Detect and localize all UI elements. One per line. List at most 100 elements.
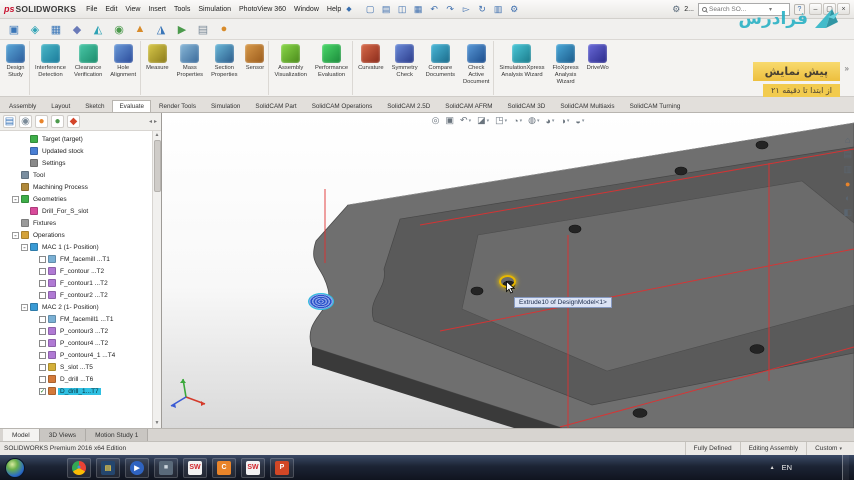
tree-item[interactable]: F_contour1 ...T2 xyxy=(0,277,152,289)
commandmanager-tab[interactable]: Layout xyxy=(44,100,77,112)
document-tab[interactable]: 3D Views xyxy=(39,429,87,441)
solidcam-icon[interactable]: ● xyxy=(35,115,48,128)
tree-item[interactable]: Settings xyxy=(0,157,152,169)
undo-icon[interactable]: ↶ xyxy=(428,3,441,16)
section-properties-button[interactable]: Section Properties xyxy=(207,41,241,95)
rebuild-icon[interactable]: ↻ xyxy=(476,3,489,16)
performance-evaluation-button[interactable]: Performance Evaluation xyxy=(311,41,354,95)
taskbar-powerpoint[interactable]: P xyxy=(270,457,294,478)
menu-item[interactable]: PhotoView 360 xyxy=(239,6,286,13)
dropdown-arrow-icon[interactable]: ▾ xyxy=(469,118,472,124)
options-icon[interactable]: ⚙ xyxy=(508,3,521,16)
panel-nav-left-icon[interactable]: ◂ xyxy=(149,118,152,125)
options-gear-icon[interactable]: ⚙ xyxy=(672,4,680,15)
display-manager-icon[interactable]: ◆ xyxy=(67,115,80,128)
taskbar-media-player[interactable]: ▶ xyxy=(125,457,149,478)
scenes-icon[interactable]: ◐ xyxy=(845,193,850,203)
driveworksxpress-wizard-button[interactable]: DriveWo xyxy=(583,41,613,95)
hole-alignment-button[interactable]: Hole Alignment xyxy=(106,41,142,95)
menu-item[interactable]: Help xyxy=(327,6,341,13)
show-hidden-components-icon[interactable]: ◉ xyxy=(111,21,127,37)
tree-scrollbar[interactable]: ▲ ▼ xyxy=(152,131,161,428)
graphics-area[interactable]: ◎ ▣ ↶ ▾ ◪ ▾ ◳ ▾ ◔ ▾ ◍ ▾ ◕ ▾ ◑ ▾ ◒ ▾ ⌂ ▤ … xyxy=(162,113,854,428)
previous-view-icon[interactable]: ↶ ▾ xyxy=(460,115,471,126)
tree-item[interactable]: D_drill_1...T7 xyxy=(0,385,152,397)
view-settings-icon[interactable]: ◒ ▾ xyxy=(575,116,584,126)
tree-item[interactable]: P_contour4_1 ...T4 xyxy=(0,349,152,361)
commandmanager-tab[interactable]: SolidCAM AFRM xyxy=(438,100,499,112)
menu-item[interactable]: Simulation xyxy=(198,6,231,13)
commandmanager-tab[interactable]: Assembly xyxy=(2,100,43,112)
tree-item[interactable]: FM_facemill ...T1 xyxy=(0,253,152,265)
dropdown-arrow-icon[interactable]: ▾ xyxy=(582,118,585,124)
interference-detection-button[interactable]: Interference Detection xyxy=(31,41,70,95)
tree-item[interactable]: P_contour3 ...T2 xyxy=(0,325,152,337)
scroll-up-icon[interactable]: ▲ xyxy=(155,131,160,140)
menu-item[interactable]: View xyxy=(125,6,140,13)
tree-checkbox[interactable] xyxy=(39,279,46,287)
zoom-area-icon[interactable]: ▣ xyxy=(446,115,455,126)
tree-checkbox[interactable] xyxy=(39,387,46,395)
tree-checkbox[interactable] xyxy=(39,327,46,335)
show-desktop-button[interactable] xyxy=(842,455,849,480)
clock-area[interactable] xyxy=(800,458,834,478)
tree-item[interactable]: S_slot ...T5 xyxy=(0,361,152,373)
check-active-document-button[interactable]: Check Active Document xyxy=(459,41,495,95)
tree-checkbox[interactable] xyxy=(39,315,46,323)
apply-scene-icon[interactable]: ◑ ▾ xyxy=(560,116,569,126)
sensor-button[interactable]: Sensor xyxy=(241,41,270,95)
document-tab[interactable]: Model xyxy=(3,429,40,441)
commandmanager-tab[interactable]: Sketch xyxy=(78,100,111,112)
tree-item[interactable]: D_drill ...T6 xyxy=(0,373,152,385)
custom-properties-icon[interactable]: ◧ xyxy=(843,207,852,218)
language-indicator[interactable]: EN xyxy=(782,463,792,472)
pin-icon[interactable]: ◆ xyxy=(346,5,351,13)
floxpress-analysis-wizard-button[interactable]: FloXpress Analysis Wizard xyxy=(549,41,583,95)
assembly-visualization-button[interactable]: Assembly Visualization xyxy=(270,41,310,95)
tree-checkbox[interactable] xyxy=(39,375,46,383)
zoom-fit-icon[interactable]: ◎ xyxy=(432,115,440,126)
tree-checkbox[interactable] xyxy=(39,267,46,275)
statusbar-item[interactable]: Custom ▾ xyxy=(806,442,850,455)
tray-expand-icon[interactable]: ▴ xyxy=(771,464,774,471)
statusbar-item[interactable]: Editing Assembly xyxy=(739,442,807,455)
tree-item[interactable]: Target (target) xyxy=(0,133,152,145)
tree-item[interactable]: F_contour2 ...T2 xyxy=(0,289,152,301)
symmetry-check-button[interactable]: Symmetry Check xyxy=(388,41,422,95)
taskbar-camworks[interactable]: C xyxy=(212,457,236,478)
start-button[interactable] xyxy=(5,457,25,478)
print-icon[interactable]: ▦ xyxy=(412,3,425,16)
new-motion-study-icon[interactable]: ▶ xyxy=(174,21,190,37)
commandmanager-tab[interactable]: Render Tools xyxy=(152,100,203,112)
statusbar-item[interactable]: Fully Defined xyxy=(684,442,740,455)
tree-expander[interactable]: - xyxy=(21,243,28,251)
section-view-icon[interactable]: ◪ ▾ xyxy=(477,115,489,126)
tree-expander[interactable]: - xyxy=(12,231,19,239)
design-study-button[interactable]: Design Study xyxy=(2,41,30,95)
commandmanager-tab[interactable]: SolidCAM Part xyxy=(248,100,303,112)
tree-expander[interactable]: - xyxy=(21,303,28,311)
tree-checkbox[interactable] xyxy=(39,363,46,371)
view-orientation-icon[interactable]: ◳ ▾ xyxy=(495,115,507,126)
smart-fasteners-icon[interactable]: ◆ xyxy=(69,21,85,37)
dropdown-arrow-icon[interactable]: ▾ xyxy=(537,118,540,124)
select-icon[interactable]: ▻ xyxy=(460,3,473,16)
bill-of-materials-icon[interactable]: ▤ xyxy=(195,21,211,37)
measure-button[interactable]: Measure xyxy=(142,41,173,95)
simulationxpress-analysis-wizard-button[interactable]: SimulationXpress Analysis Wizard xyxy=(495,41,548,95)
hide-show-items-icon[interactable]: ◍ ▾ xyxy=(528,115,539,126)
menu-item[interactable]: Edit xyxy=(105,6,117,13)
curvature-button[interactable]: Curvature xyxy=(354,41,387,95)
tree-checkbox[interactable] xyxy=(39,351,46,359)
document-tab[interactable]: Motion Study 1 xyxy=(86,429,149,441)
edit-appearance-icon[interactable]: ◕ ▾ xyxy=(545,116,554,126)
file-explorer-icon[interactable]: ▥ xyxy=(843,164,852,175)
solidcam-manager-icon[interactable]: ▤ xyxy=(3,115,16,128)
mate-icon[interactable]: ◈ xyxy=(27,21,43,37)
commandmanager-tab[interactable]: SolidCAM 2.5D xyxy=(380,100,437,112)
scrollbar-thumb[interactable] xyxy=(153,140,161,192)
appearances-icon[interactable]: ● xyxy=(845,179,850,189)
tree-item[interactable]: Updated stock xyxy=(0,145,152,157)
tree-item[interactable]: F_contour ...T2 xyxy=(0,265,152,277)
linear-component-pattern-icon[interactable]: ▦ xyxy=(48,21,64,37)
